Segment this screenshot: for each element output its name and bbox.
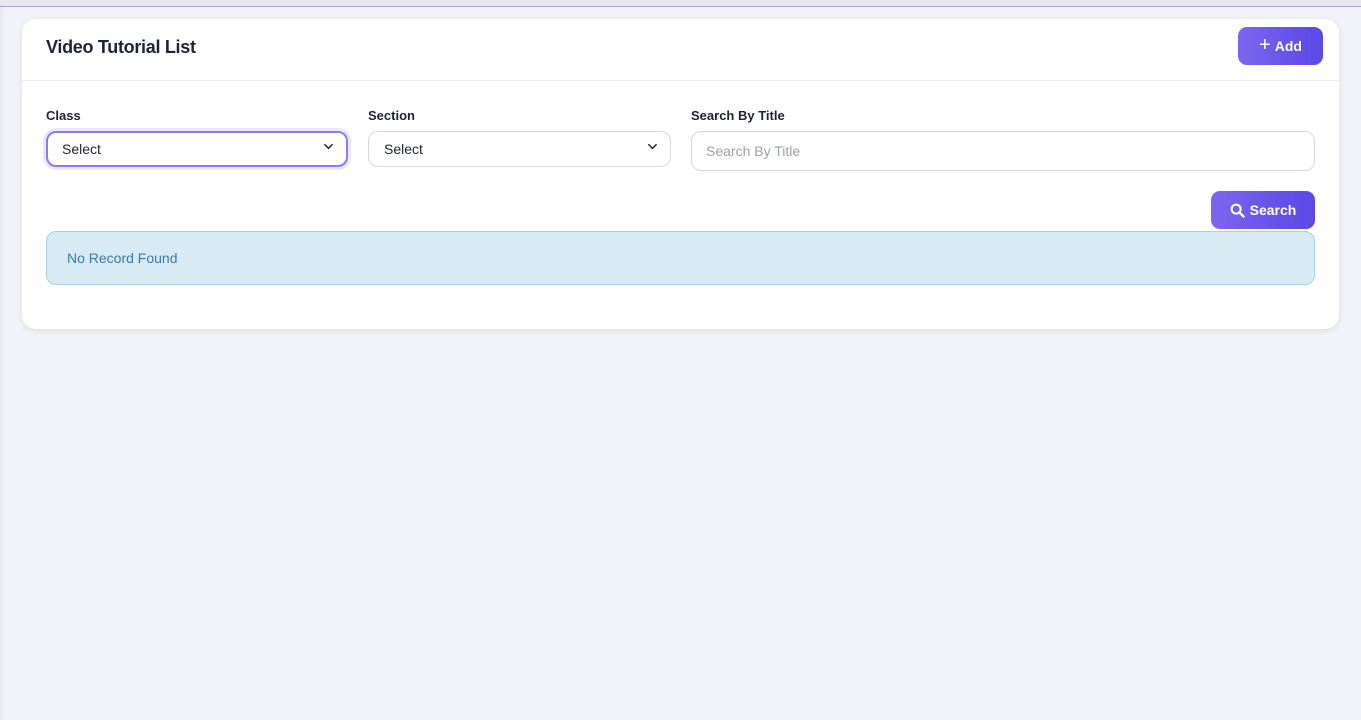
- class-select[interactable]: Select: [46, 131, 348, 167]
- card-header: Video Tutorial List + Add: [22, 19, 1339, 81]
- section-select[interactable]: Select: [368, 131, 671, 167]
- add-button-label: Add: [1274, 38, 1302, 54]
- class-select-value: Select: [62, 141, 101, 157]
- page-title: Video Tutorial List: [46, 37, 196, 57]
- video-tutorial-card: Video Tutorial List + Add Class Select S…: [22, 19, 1339, 329]
- search-button-label: Search: [1249, 202, 1297, 218]
- top-divider: [0, 0, 1361, 7]
- no-record-alert: No Record Found: [46, 231, 1315, 285]
- empty-message: No Record Found: [67, 250, 178, 266]
- search-icon: [1230, 203, 1245, 218]
- chevron-down-icon: [648, 143, 657, 150]
- chevron-down-icon: [324, 143, 333, 150]
- section-label: Section: [368, 108, 415, 123]
- class-label: Class: [46, 108, 81, 123]
- title-search-input[interactable]: [691, 131, 1315, 171]
- plus-icon: +: [1259, 34, 1271, 56]
- search-button[interactable]: Search: [1211, 191, 1315, 229]
- add-button[interactable]: + Add: [1238, 27, 1323, 65]
- section-select-value: Select: [384, 141, 423, 157]
- title-search-label: Search By Title: [691, 108, 785, 123]
- sidebar-edge: [0, 7, 6, 720]
